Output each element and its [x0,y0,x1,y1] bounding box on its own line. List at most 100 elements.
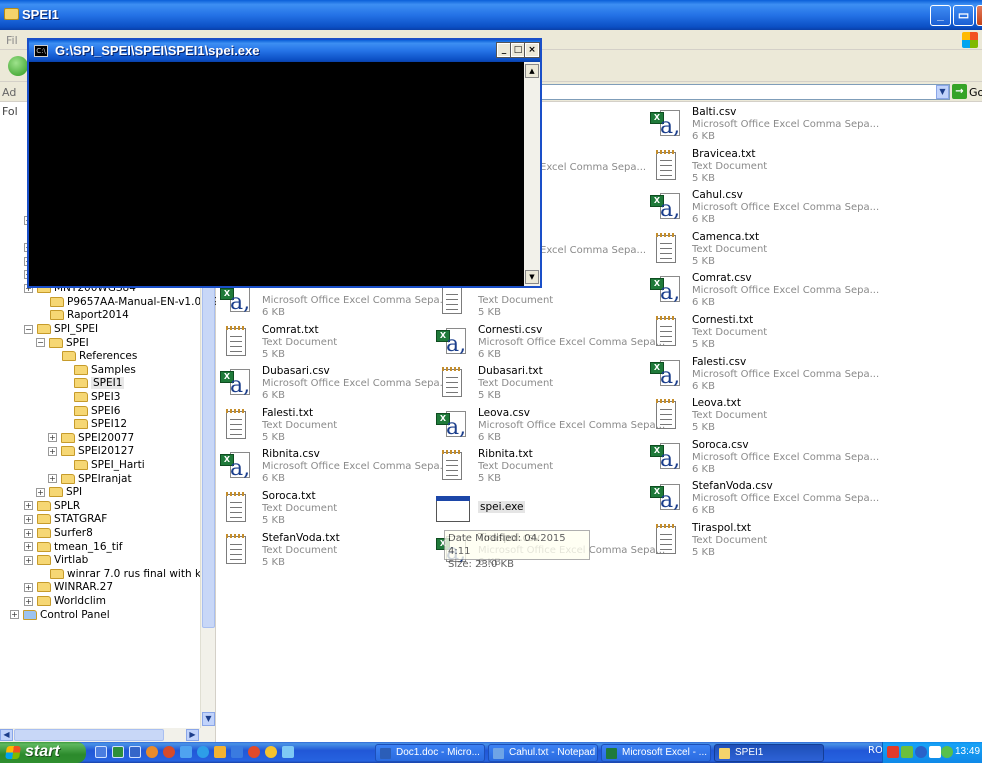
expand-icon[interactable]: + [24,501,33,511]
console-titlebar[interactable]: C:\ G:\SPI_SPEI\SPEI\SPEI1\spei.exe _ □ … [29,40,540,62]
tree-item[interactable]: + SPEI20077 [48,432,134,446]
file-item[interactable]: StefanVoda.txt Text Document 5 KB [218,530,430,572]
file-item[interactable]: Xa, Balti.csv Microsoft Office Excel Comma… [648,104,879,146]
console-minimize-button[interactable]: _ [496,42,512,58]
collapse-icon[interactable]: − [36,338,45,348]
volume-tray-icon[interactable] [915,746,927,758]
go-button[interactable]: → Go [952,84,982,100]
tree-item[interactable]: + SPLR [24,500,80,514]
tree-item[interactable]: − SPEI [36,337,89,351]
file-item[interactable]: spei.exe [434,488,646,530]
tree-item[interactable]: Samples [74,364,136,378]
console-output[interactable] [29,62,524,286]
antivirus-tray-icon[interactable] [887,746,899,758]
expand-icon[interactable]: + [24,542,33,552]
language-indicator[interactable]: RO [868,745,883,756]
tree-item[interactable]: References [62,350,137,364]
tree-item[interactable]: + tmean_16_tif [24,541,123,555]
tree-item[interactable]: SPEI3 [74,391,120,405]
expand-icon[interactable]: + [24,528,33,538]
clock[interactable]: 13:49 [955,746,980,757]
tree-item[interactable]: + SPEIranjat [48,473,132,487]
taskbar-button[interactable]: Cahul.txt - Notepad [488,744,598,762]
file-item[interactable]: Xa, Cornesti.csv Microsoft Office Excel Co… [434,322,665,364]
scroll-left-icon[interactable]: ◀ [0,729,13,741]
scroll-right-icon[interactable]: ▶ [186,729,199,741]
tree-item[interactable]: + Surfer8 [24,527,93,541]
back-icon[interactable] [8,56,28,76]
file-item[interactable]: Xa, StefanVoda.csv Microsoft Office Excel … [648,478,879,520]
show-desktop-icon[interactable] [95,746,107,758]
menu-file[interactable]: Fil [6,34,18,47]
doc-quicklaunch-icon[interactable] [231,746,243,758]
media-quicklaunch-icon[interactable] [248,746,260,758]
file-item[interactable]: Camenca.txt Text Document 5 KB [648,229,860,271]
tree-item[interactable]: Raport2014 [50,309,129,323]
file-item[interactable]: Leova.txt Text Document 5 KB [648,395,860,437]
console-scrollbar[interactable]: ▲ ▼ [524,62,540,286]
expand-icon[interactable]: + [36,487,45,497]
excel-quicklaunch-icon[interactable] [112,746,124,758]
scroll-down-icon[interactable]: ▼ [525,270,539,284]
tree-item[interactable]: + SPEI20127 [48,445,134,459]
expand-icon[interactable]: + [10,610,19,620]
tree-item[interactable]: + Virtlab [24,554,88,568]
expand-icon[interactable]: + [48,446,57,456]
file-item[interactable]: Xa, Soroca.csv Microsoft Office Excel Comm… [648,437,879,479]
scroll-up-icon[interactable]: ▲ [525,64,539,78]
tree-item[interactable]: − SPI_SPEI [24,323,98,337]
expand-icon[interactable]: + [48,433,57,443]
browser-quicklaunch-icon[interactable] [146,746,158,758]
word-quicklaunch-icon[interactable] [129,746,141,758]
expand-icon[interactable]: + [24,582,33,592]
file-item[interactable]: Bravicea.txt Text Document 5 KB [648,146,860,188]
tree-item[interactable]: + Control Panel [10,609,110,623]
hscroll-thumb[interactable] [14,729,164,741]
expand-icon[interactable]: + [24,596,33,606]
tree-item[interactable]: P9657AA-Manual-EN-v1.0-090 [50,296,225,310]
tree-item[interactable]: + STATGRAF [24,513,107,527]
tree-item[interactable]: + Worldclim [24,595,106,609]
update-tray-icon[interactable] [941,746,953,758]
file-item[interactable]: Xa, Ribnita.csv Microsoft Office Excel Com… [218,446,449,488]
expand-icon[interactable]: + [24,514,33,524]
file-item[interactable]: Xa, Cahul.csv Microsoft Office Excel Comma… [648,187,879,229]
tree-item[interactable]: SPEI12 [74,418,127,432]
address-dropdown-icon[interactable]: ▼ [936,85,949,99]
explorer-titlebar[interactable]: SPEI1 _ ▭ [0,0,982,30]
tool-quicklaunch-icon[interactable] [265,746,277,758]
file-item[interactable]: Dubasari.txt Text Document 5 KB [434,363,646,405]
maximize-button[interactable]: ▭ [953,5,974,26]
network-tray-icon[interactable] [901,746,913,758]
file-item[interactable]: Comrat.txt Text Document 5 KB [218,322,430,364]
minimize-button[interactable]: _ [930,5,951,26]
tree-item[interactable]: winrar 7.0 rus final with key [50,568,213,582]
file-item[interactable]: Soroca.txt Text Document 5 KB [218,488,430,530]
file-item[interactable]: Xa, Falesti.csv Microsoft Office Excel Com… [648,354,879,396]
taskbar-button[interactable]: SPEI1 [714,744,824,762]
taskbar-button[interactable]: Microsoft Excel - ... [601,744,711,762]
folder-quicklaunch-icon[interactable] [214,746,226,758]
file-item[interactable]: Falesti.txt Text Document 5 KB [218,405,430,447]
file-item[interactable]: Xa, Dubasari.csv Microsoft Office Excel Co… [218,363,449,405]
console-maximize-button[interactable]: □ [510,42,526,58]
close-button[interactable] [976,5,982,26]
expand-icon[interactable]: + [24,555,33,565]
start-button[interactable]: start [0,742,86,763]
file-item[interactable]: Ribnita.txt Text Document 5 KB [434,446,646,488]
media-tray-icon[interactable] [929,746,941,758]
tree-item[interactable]: SPEI1 [74,377,125,391]
file-item[interactable]: Xa, Comrat.csv Microsoft Office Excel Comm… [648,270,879,312]
scroll-thumb[interactable] [202,272,215,628]
more-quicklaunch-icon[interactable] [282,746,294,758]
scroll-down-icon[interactable]: ▼ [202,712,215,726]
file-item[interactable]: Xa, Leova.csv Microsoft Office Excel Comma… [434,405,665,447]
opera-quicklaunch-icon[interactable] [163,746,175,758]
tree-item[interactable]: SPEI_Harti [74,459,145,473]
address-input[interactable] [540,84,950,100]
tree-item[interactable]: + SPI [36,486,82,500]
taskbar-button[interactable]: Doc1.doc - Micro... [375,744,485,762]
ie-quicklaunch-icon[interactable] [197,746,209,758]
expand-icon[interactable]: + [48,474,57,484]
file-item[interactable]: Cornesti.txt Text Document 5 KB [648,312,860,354]
